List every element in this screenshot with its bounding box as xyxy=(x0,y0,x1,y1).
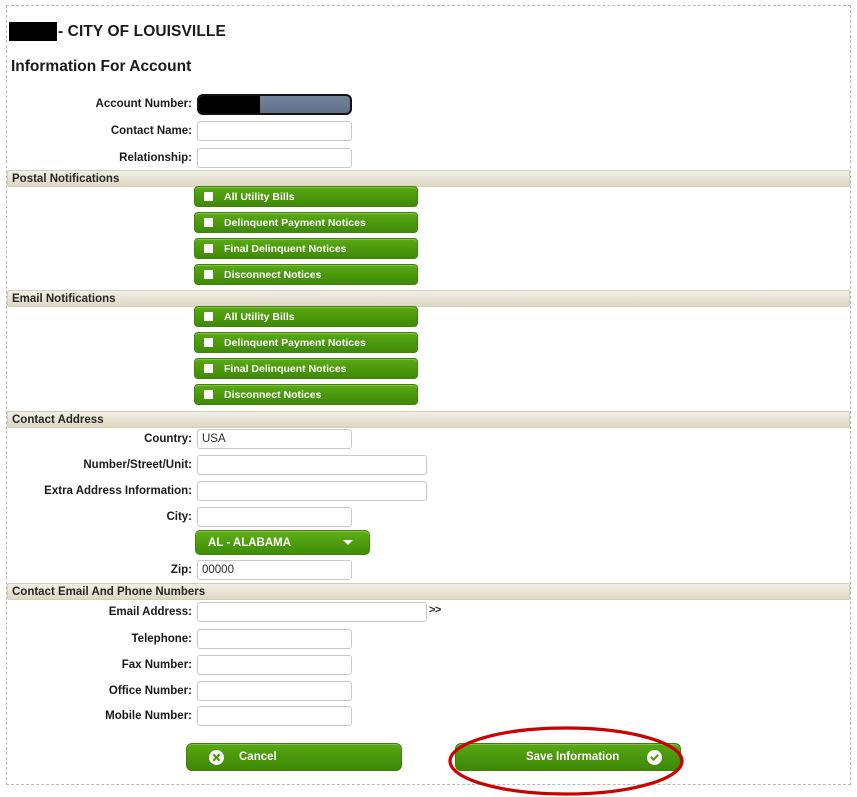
mobile-number-row: Mobile Number: xyxy=(0,705,352,727)
section-header-contact-email-phone: Contact Email And Phone Numbers xyxy=(7,583,850,600)
contact-name-input[interactable] xyxy=(197,121,352,141)
contact-name-row: Contact Name: xyxy=(0,120,352,142)
cancel-button[interactable]: Cancel xyxy=(186,743,402,771)
city-label: City: xyxy=(166,511,192,523)
extra-address-label: Extra Address Information: xyxy=(44,485,192,497)
page-title: Information For Account xyxy=(11,58,192,75)
option-label: Delinquent Payment Notices xyxy=(224,336,366,349)
save-button-label: Save Information xyxy=(526,751,620,763)
postal-option-disconnect-notices[interactable]: Disconnect Notices xyxy=(194,264,418,285)
email-option-disconnect-notices[interactable]: Disconnect Notices xyxy=(194,384,418,405)
relationship-label: Relationship: xyxy=(119,152,192,164)
email-option-final-delinquent-notices[interactable]: Final Delinquent Notices xyxy=(194,358,418,379)
organization-title: - CITY OF LOUISVILLE xyxy=(9,22,226,41)
chevron-down-icon xyxy=(343,540,353,545)
country-row: Country: xyxy=(0,428,352,450)
relationship-input[interactable] xyxy=(197,148,352,168)
account-number-row: Account Number: xyxy=(0,93,352,115)
relationship-row: Relationship: xyxy=(0,147,352,169)
cancel-button-label: Cancel xyxy=(239,751,277,763)
zip-input[interactable] xyxy=(197,560,352,580)
checkbox-icon[interactable] xyxy=(204,390,213,399)
section-title-email: Email Notifications xyxy=(12,292,116,305)
save-information-button[interactable]: Save Information xyxy=(455,743,681,771)
option-label: Delinquent Payment Notices xyxy=(224,216,366,229)
extra-address-row: Extra Address Information: xyxy=(0,480,427,502)
section-header-contact-address: Contact Address xyxy=(7,411,850,428)
telephone-label: Telephone: xyxy=(131,633,192,645)
checkbox-icon[interactable] xyxy=(204,364,213,373)
country-input[interactable] xyxy=(197,429,352,449)
email-address-label: Email Address: xyxy=(108,606,192,618)
option-label: Disconnect Notices xyxy=(224,268,322,281)
city-input[interactable] xyxy=(197,507,352,527)
fax-number-label: Fax Number: xyxy=(121,659,192,671)
state-dropdown[interactable]: AL - ALABAMA xyxy=(195,530,370,555)
check-circle-icon xyxy=(647,749,662,765)
email-option-delinquent-payment-notices[interactable]: Delinquent Payment Notices xyxy=(194,332,418,353)
account-number-redaction xyxy=(199,95,260,113)
checkbox-icon[interactable] xyxy=(204,218,213,227)
street-label: Number/Street/Unit: xyxy=(83,459,192,471)
mobile-number-label: Mobile Number: xyxy=(105,710,192,722)
postal-option-final-delinquent-notices[interactable]: Final Delinquent Notices xyxy=(194,238,418,259)
country-label: Country: xyxy=(144,433,192,445)
extra-address-input[interactable] xyxy=(197,481,427,501)
section-title-address: Contact Address xyxy=(12,413,104,426)
option-label: All Utility Bills xyxy=(224,190,295,203)
option-label: Final Delinquent Notices xyxy=(224,242,347,255)
postal-option-all-utility-bills[interactable]: All Utility Bills xyxy=(194,186,418,207)
option-label: Disconnect Notices xyxy=(224,388,322,401)
checkbox-icon[interactable] xyxy=(204,312,213,321)
close-circle-icon xyxy=(209,749,224,765)
email-option-all-utility-bills[interactable]: All Utility Bills xyxy=(194,306,418,327)
email-address-row: Email Address: xyxy=(0,601,427,623)
postal-option-delinquent-payment-notices[interactable]: Delinquent Payment Notices xyxy=(194,212,418,233)
city-row: City: xyxy=(0,506,352,528)
street-input[interactable] xyxy=(197,455,427,475)
section-header-email-notifications: Email Notifications xyxy=(7,290,850,307)
account-number-field xyxy=(197,93,352,115)
telephone-input[interactable] xyxy=(197,629,352,649)
section-title-contact: Contact Email And Phone Numbers xyxy=(12,585,206,598)
option-label: All Utility Bills xyxy=(224,310,295,323)
fax-number-row: Fax Number: xyxy=(0,654,352,676)
office-number-row: Office Number: xyxy=(0,680,352,702)
checkbox-icon[interactable] xyxy=(204,338,213,347)
account-number-label: Account Number: xyxy=(95,98,192,110)
section-title-postal: Postal Notifications xyxy=(12,172,120,185)
checkbox-icon[interactable] xyxy=(204,244,213,253)
telephone-row: Telephone: xyxy=(0,628,352,650)
street-row: Number/Street/Unit: xyxy=(0,454,427,476)
office-number-label: Office Number: xyxy=(108,685,192,697)
zip-label: Zip: xyxy=(170,564,192,576)
option-label: Final Delinquent Notices xyxy=(224,362,347,375)
office-number-input[interactable] xyxy=(197,681,352,701)
checkbox-icon[interactable] xyxy=(204,270,213,279)
email-expand-icon[interactable]: >> xyxy=(429,604,441,616)
fax-number-input[interactable] xyxy=(197,655,352,675)
state-dropdown-value: AL - ALABAMA xyxy=(208,536,292,549)
zip-row: Zip: xyxy=(0,559,352,581)
section-header-postal-notifications: Postal Notifications xyxy=(7,170,850,187)
mobile-number-input[interactable] xyxy=(197,706,352,726)
email-address-input[interactable] xyxy=(197,602,427,622)
checkbox-icon[interactable] xyxy=(204,192,213,201)
org-name-redaction xyxy=(9,22,57,41)
org-name-text: - CITY OF LOUISVILLE xyxy=(58,22,226,40)
contact-name-label: Contact Name: xyxy=(110,125,192,137)
